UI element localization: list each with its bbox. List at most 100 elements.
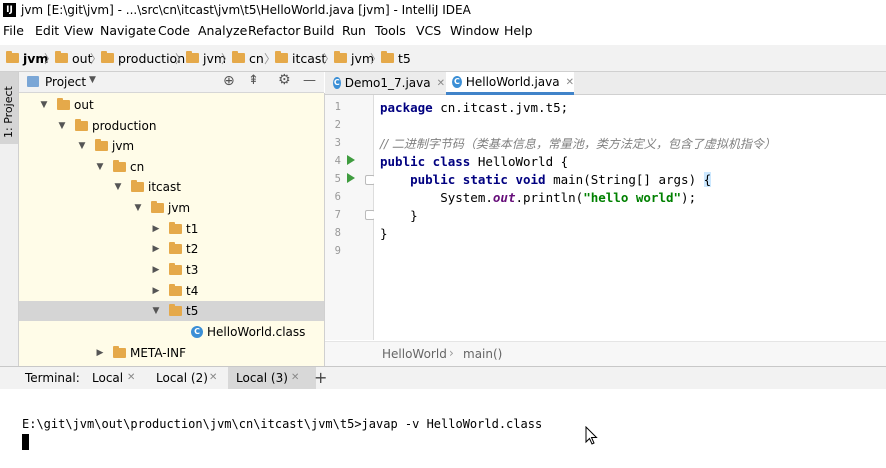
tree-item-cn[interactable]: ▼ cn bbox=[95, 157, 144, 177]
line-number: 5 bbox=[334, 173, 341, 185]
collapse-icon[interactable]: ⇞ bbox=[248, 73, 259, 88]
code-line-6: System.out.println("hello world"); bbox=[380, 190, 697, 205]
line-number: 1 bbox=[334, 101, 341, 113]
breadcrumb-cn[interactable]: cn bbox=[232, 50, 264, 66]
tree-item-meta-inf[interactable]: ▶ META-INF bbox=[95, 343, 186, 363]
gear-icon[interactable]: ⚙ bbox=[278, 72, 291, 88]
menu-navigate[interactable]: Navigate bbox=[100, 23, 156, 38]
code-editor[interactable]: package cn.itcast.jvm.t5; // 二进制字节码（类基本信… bbox=[374, 95, 886, 340]
close-icon[interactable]: ✕ bbox=[127, 367, 135, 389]
menu-refactor[interactable]: Refactor bbox=[248, 23, 300, 38]
folder-icon bbox=[75, 119, 88, 131]
editor-gutter: 1 2 3 4 5 6 7 8 9 bbox=[325, 95, 375, 340]
run-icon[interactable] bbox=[347, 155, 355, 165]
folder-icon bbox=[131, 180, 144, 192]
menu-edit[interactable]: Edit bbox=[35, 23, 59, 38]
project-view-selector[interactable]: Project bbox=[45, 75, 86, 89]
tab-demo1-7[interactable]: C Demo1_7.java ✕ bbox=[333, 72, 445, 94]
terminal-tab-bar: Terminal: Local ✕ Local (2) ✕ Local (3) … bbox=[0, 366, 886, 390]
left-tool-stripe: 1: Project bbox=[0, 72, 19, 366]
breadcrumb-production[interactable]: production bbox=[101, 50, 185, 66]
terminal-tab-local[interactable]: Local bbox=[92, 367, 123, 389]
folder-icon bbox=[381, 51, 394, 63]
tree-item-itcast[interactable]: ▼ itcast bbox=[113, 177, 181, 197]
line-number: 4 bbox=[334, 155, 341, 167]
tree-item-out[interactable]: ▼ out bbox=[39, 95, 94, 115]
folder-icon bbox=[186, 51, 199, 63]
folder-icon bbox=[275, 51, 288, 63]
folder-icon bbox=[113, 346, 126, 358]
tree-item-jvm-inner[interactable]: ▼ jvm bbox=[133, 198, 190, 218]
terminal-command-line: E:\git\jvm\out\production\jvm\cn\itcast\… bbox=[22, 417, 543, 431]
menu-build[interactable]: Build bbox=[303, 23, 334, 38]
terminal-label: Terminal: bbox=[25, 371, 80, 385]
editor-breadcrumb-class[interactable]: HelloWorld bbox=[382, 347, 447, 361]
add-terminal-button[interactable]: + bbox=[314, 367, 327, 389]
menu-tools[interactable]: Tools bbox=[375, 23, 406, 38]
menu-vcs[interactable]: VCS bbox=[416, 23, 441, 38]
tree-item-t4[interactable]: ▶ t4 bbox=[151, 281, 198, 301]
folder-icon bbox=[169, 222, 182, 234]
breadcrumb-t5[interactable]: t5 bbox=[381, 50, 411, 66]
line-number: 3 bbox=[334, 137, 341, 149]
intellij-logo-icon: IJ bbox=[3, 3, 16, 17]
tree-item-helloworld-class[interactable]: C HelloWorld.class bbox=[191, 322, 305, 342]
line-number: 7 bbox=[334, 209, 341, 221]
editor-breadcrumb-method[interactable]: main() bbox=[463, 347, 502, 361]
code-line-1: package cn.itcast.jvm.t5; bbox=[380, 100, 569, 115]
folder-icon bbox=[55, 51, 68, 63]
chevron-right-icon[interactable]: ▶ bbox=[95, 348, 105, 358]
chevron-down-icon[interactable]: ▼ bbox=[95, 162, 105, 172]
menu-file[interactable]: File bbox=[3, 23, 24, 38]
project-tree: ▼ out ▼ production ▼ jvm ▼ cn ▼ itcast ▼ jvm ▶… bbox=[19, 93, 325, 366]
line-number: 9 bbox=[334, 245, 341, 257]
menu-view[interactable]: View bbox=[64, 23, 94, 38]
close-icon[interactable]: ✕ bbox=[209, 367, 217, 389]
mouse-pointer-icon bbox=[585, 426, 598, 445]
project-tool-tab[interactable]: 1: Project bbox=[0, 72, 18, 144]
tree-item-production[interactable]: ▼ production bbox=[57, 116, 156, 136]
tree-item-t1[interactable]: ▶ t1 bbox=[151, 219, 198, 239]
close-icon[interactable]: ✕ bbox=[566, 77, 574, 88]
chevron-down-icon[interactable]: ▼ bbox=[77, 141, 87, 151]
matched-brace: { bbox=[703, 172, 712, 187]
chevron-down-icon[interactable]: ▼ bbox=[151, 306, 161, 316]
breadcrumb-itcast[interactable]: itcast bbox=[275, 50, 326, 66]
run-icon[interactable] bbox=[347, 173, 355, 183]
close-icon[interactable]: ✕ bbox=[291, 367, 299, 389]
folder-icon bbox=[169, 263, 182, 275]
chevron-down-icon[interactable]: ▼ bbox=[89, 75, 96, 85]
tree-item-t3[interactable]: ▶ t3 bbox=[151, 260, 198, 280]
menu-window[interactable]: Window bbox=[450, 23, 499, 38]
chevron-right-icon[interactable]: ▶ bbox=[151, 265, 161, 275]
terminal-panel[interactable]: E:\git\jvm\out\production\jvm\cn\itcast\… bbox=[0, 389, 886, 468]
hide-icon[interactable]: — bbox=[303, 73, 316, 88]
chevron-right-icon[interactable]: ▶ bbox=[151, 286, 161, 296]
folder-icon bbox=[95, 139, 108, 151]
tab-helloworld[interactable]: C HelloWorld.java ✕ bbox=[446, 72, 574, 95]
tree-item-t5[interactable]: ▼ t5 bbox=[151, 301, 198, 321]
breadcrumb-out[interactable]: out bbox=[55, 50, 92, 66]
menu-help[interactable]: Help bbox=[504, 23, 533, 38]
breadcrumb-jvm-project[interactable]: jvm bbox=[6, 50, 48, 66]
chevron-down-icon[interactable]: ▼ bbox=[57, 121, 67, 131]
editor-tabs: C Demo1_7.java ✕ C HelloWorld.java ✕ bbox=[325, 72, 886, 95]
folder-icon bbox=[113, 160, 126, 172]
tree-item-t2[interactable]: ▶ t2 bbox=[151, 239, 198, 259]
terminal-tab-local-3[interactable]: Local (3) bbox=[228, 367, 316, 389]
close-icon[interactable]: ✕ bbox=[437, 78, 445, 89]
chevron-down-icon[interactable]: ▼ bbox=[113, 182, 123, 192]
menu-code[interactable]: Code bbox=[158, 23, 190, 38]
terminal-tab-local-2[interactable]: Local (2) bbox=[156, 367, 208, 389]
chevron-down-icon[interactable]: ▼ bbox=[39, 100, 49, 110]
menu-run[interactable]: Run bbox=[342, 23, 366, 38]
line-number: 6 bbox=[334, 191, 341, 203]
breadcrumb-jvm-2[interactable]: jvm bbox=[334, 50, 374, 66]
tree-item-jvm[interactable]: ▼ jvm bbox=[77, 136, 134, 156]
chevron-right-icon[interactable]: ▶ bbox=[151, 244, 161, 254]
menu-analyze[interactable]: Analyze bbox=[198, 23, 247, 38]
chevron-right-icon[interactable]: ▶ bbox=[151, 224, 161, 234]
menu-bar: File Edit View Navigate Code Analyze Ref… bbox=[0, 21, 886, 41]
locate-icon[interactable]: ⊕ bbox=[223, 73, 235, 89]
chevron-down-icon[interactable]: ▼ bbox=[133, 203, 143, 213]
